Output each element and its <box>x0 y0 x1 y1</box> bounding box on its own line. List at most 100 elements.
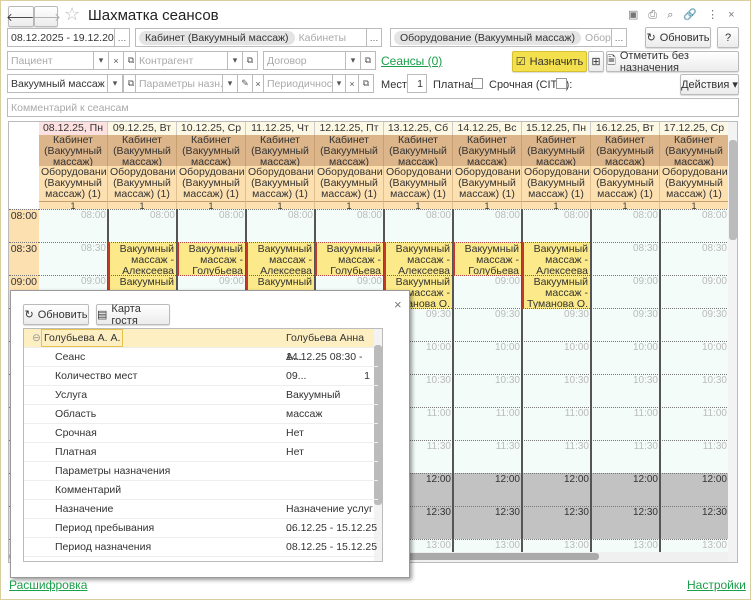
time-slot[interactable]: 10:30 <box>522 374 591 407</box>
time-slot[interactable]: 10:00 <box>522 341 591 374</box>
time-slot[interactable]: 08:00 <box>177 209 246 242</box>
places-input[interactable]: 1 <box>407 74 427 93</box>
periodicity-open[interactable]: ⧉ <box>358 74 374 93</box>
time-slot[interactable]: 08:30 <box>591 242 660 275</box>
mark-without-assignment-button[interactable]: 🗎 Отметить без назначения <box>606 50 739 74</box>
time-slot[interactable]: 08:00 <box>108 209 177 242</box>
patient-field[interactable]: Пациент <box>7 51 94 70</box>
params-field[interactable]: Параметры назн... <box>135 74 223 93</box>
refresh-button[interactable]: ↻ Обновить <box>645 27 711 48</box>
time-slot[interactable]: 12:00 <box>660 473 729 506</box>
save-icon[interactable]: ▣ <box>628 9 648 21</box>
time-slot[interactable]: 12:00 <box>453 473 522 506</box>
appointment[interactable]: Вакуумный массаж - Алексеева В. <box>522 242 590 276</box>
detail-row[interactable]: Период назначения 08.12.25 - 15.12.25 <box>24 538 378 557</box>
time-slot[interactable]: 11:00 <box>591 407 660 440</box>
day-header[interactable]: 16.12.25, Вт <box>591 122 660 135</box>
time-slot[interactable]: 11:00 <box>453 407 522 440</box>
paid-checkbox[interactable] <box>472 78 483 89</box>
tree-group-row[interactable]: ⊖ Голубьева А. А. Голубьева Анна А... <box>24 329 378 363</box>
patient-clear[interactable]: × <box>108 51 124 70</box>
collapse-icon[interactable]: ⊖ <box>32 329 41 348</box>
edit-pencil-icon[interactable]: ✎ <box>237 74 253 93</box>
forward-button[interactable]: 🡒 <box>31 6 61 27</box>
day-header[interactable]: 11.12.25, Чт <box>246 122 315 135</box>
time-slot[interactable]: 10:00 <box>591 341 660 374</box>
time-slot[interactable]: 08:30 <box>39 242 108 275</box>
time-slot[interactable]: 11:30 <box>453 440 522 473</box>
detail-row[interactable]: Платная Нет <box>24 443 378 462</box>
assign-button[interactable]: ☑ Назначить <box>512 51 587 72</box>
time-slot[interactable]: 10:30 <box>591 374 660 407</box>
time-slot[interactable]: 12:00 <box>522 473 591 506</box>
time-slot[interactable]: 08:00 <box>591 209 660 242</box>
time-slot[interactable]: 08:00 <box>522 209 591 242</box>
time-slot[interactable]: 09:30 <box>453 308 522 341</box>
time-slot[interactable]: 12:00 <box>591 473 660 506</box>
time-slot[interactable]: 11:30 <box>660 440 729 473</box>
help-button[interactable]: ? <box>717 27 739 48</box>
link-icon[interactable]: 🔗 <box>683 9 707 21</box>
cabinet-tag[interactable]: Кабинет (Вакуумный массаж) <box>139 30 295 45</box>
time-slot[interactable]: 11:30 <box>522 440 591 473</box>
time-slot[interactable]: 12:30 <box>453 506 522 539</box>
time-slot[interactable]: 11:30 <box>591 440 660 473</box>
time-slot[interactable]: 08:00 <box>660 209 729 242</box>
day-header[interactable]: 08.12.25, Пн <box>39 122 108 135</box>
periodicity-dropdown[interactable]: ▾ <box>332 74 346 93</box>
time-slot[interactable]: 10:00 <box>453 341 522 374</box>
counterparty-open[interactable]: ⧉ <box>242 51 258 70</box>
detail-row[interactable]: Область <box>24 405 378 424</box>
vertical-scrollbar[interactable] <box>728 122 737 562</box>
periodicity-clear[interactable]: × <box>345 74 359 93</box>
equipment-field[interactable]: Оборудование (Вакуумный массаж)Оборудова… <box>390 28 612 47</box>
detail-row[interactable]: Срочная Нет <box>24 424 378 443</box>
back-button[interactable]: 🡐 <box>6 6 36 27</box>
time-slot[interactable]: 09:00 <box>453 275 522 308</box>
period-field[interactable]: 08.12.2025 - 19.12.2025 <box>7 28 115 47</box>
equipment-select-button[interactable]: … <box>611 28 627 47</box>
day-header[interactable]: 14.12.25, Вс <box>453 122 522 135</box>
service-field[interactable]: Вакуумный массаж <box>7 74 108 93</box>
appointment[interactable]: Вакуумный массаж - Туманова О. О. <box>522 275 590 309</box>
day-header[interactable]: 13.12.25, Сб <box>384 122 453 135</box>
time-slot[interactable]: 10:30 <box>660 374 729 407</box>
settings-link[interactable]: Настройки <box>687 578 746 592</box>
detail-row[interactable]: Комментарий <box>24 481 378 500</box>
popup-close-icon[interactable]: × <box>394 297 402 312</box>
time-slot[interactable]: 08:00 <box>384 209 453 242</box>
add-clipboard-button[interactable]: ⊞ <box>588 51 604 72</box>
day-header[interactable]: 10.12.25, Ср <box>177 122 246 135</box>
counterparty-dropdown[interactable]: ▾ <box>227 51 243 70</box>
time-slot[interactable]: 12:30 <box>522 506 591 539</box>
popup-refresh-button[interactable]: ↻ Обновить <box>23 304 89 325</box>
time-slot[interactable]: 12:30 <box>660 506 729 539</box>
detail-row[interactable]: Услуга Вакуумный массаж <box>24 386 378 420</box>
cabinet-select-button[interactable]: … <box>366 28 382 47</box>
time-slot[interactable]: 09:30 <box>660 308 729 341</box>
time-slot[interactable]: 09:30 <box>522 308 591 341</box>
time-slot[interactable]: 09:30 <box>591 308 660 341</box>
time-slot[interactable]: 08:00 <box>39 209 108 242</box>
time-slot[interactable]: 08:00 <box>315 209 384 242</box>
guest-card-button[interactable]: ▤ Карта гостя <box>96 303 170 327</box>
params-dropdown[interactable]: ▾ <box>222 74 238 93</box>
appointment[interactable]: Вакуумный массаж - Голубьева А. А. <box>315 242 383 276</box>
time-slot[interactable]: 10:00 <box>660 341 729 374</box>
detail-row[interactable]: Параметры назначения <box>24 462 378 481</box>
detail-row[interactable]: Сеанс 14.12.25 08:30 - 09... <box>24 348 378 382</box>
equipment-tag[interactable]: Оборудование (Вакуумный массаж) <box>394 30 582 45</box>
periodicity-field[interactable]: Периодичность <box>263 74 333 93</box>
time-slot[interactable]: 11:00 <box>522 407 591 440</box>
comment-input[interactable]: Комментарий к сеансам <box>7 98 739 117</box>
patient-dropdown[interactable]: ▾ <box>93 51 109 70</box>
sessions-link[interactable]: Сеансы (0) <box>381 54 442 68</box>
appointment[interactable]: Вакуумный массаж - Алексеева В. <box>246 242 314 276</box>
cabinet-field[interactable]: Кабинет (Вакуумный массаж) Кабинеты <box>135 28 367 47</box>
decode-link[interactable]: Расшифровка <box>9 578 87 592</box>
appointment[interactable]: Вакуумный массаж - Алексеева В. <box>108 242 176 276</box>
time-slot[interactable]: 08:00 <box>453 209 522 242</box>
favorite-star-icon[interactable]: ☆ <box>64 4 80 25</box>
contract-field[interactable]: Договор <box>263 51 346 70</box>
contract-open[interactable]: ⧉ <box>360 51 376 70</box>
